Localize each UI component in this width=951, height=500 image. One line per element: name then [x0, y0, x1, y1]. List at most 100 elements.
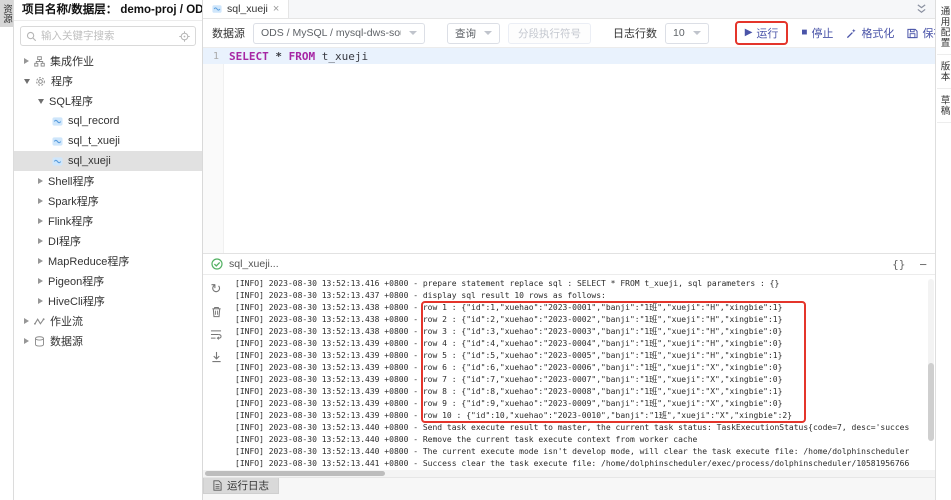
panel-header-actions: {} −: [892, 258, 927, 271]
tree-label: 作业流: [50, 313, 83, 329]
log-line: [INFO] 2023-08-30 13:52:13.439 +0800 - r…: [235, 410, 935, 422]
sidebar: 项目名称/数据层： demo-proj / ODS 集成作业: [14, 0, 203, 500]
download-icon[interactable]: [211, 351, 222, 363]
chevron-right-icon: [24, 58, 29, 64]
sidebar-item-hivecli-programs[interactable]: HiveCli程序: [14, 291, 202, 311]
tree-label: 数据源: [50, 333, 83, 349]
sql-star: *: [275, 50, 282, 63]
play-icon: ▶: [745, 28, 753, 38]
sidebar-item-datasources[interactable]: 数据源: [14, 331, 202, 351]
sidebar-item-workflows[interactable]: 作业流: [14, 311, 202, 331]
tree-label: HiveCli程序: [48, 293, 105, 309]
stop-button[interactable]: ■ 停止: [801, 25, 833, 41]
log-line: [INFO] 2023-08-30 13:52:13.440 +0800 - T…: [235, 446, 935, 458]
sidebar-item-mapreduce-programs[interactable]: MapReduce程序: [14, 251, 202, 271]
sidebar-item-spark-programs[interactable]: Spark程序: [14, 191, 202, 211]
search-input[interactable]: [41, 30, 175, 42]
search-icon: [26, 31, 37, 42]
run-button[interactable]: ▶ 运行: [745, 25, 779, 41]
log-line: [INFO] 2023-08-30 13:52:13.438 +0800 - r…: [235, 302, 935, 314]
search-box: [20, 26, 196, 46]
sidebar-item-pigeon-programs[interactable]: Pigeon程序: [14, 271, 202, 291]
braces-icon[interactable]: {}: [892, 258, 905, 271]
log-line: [INFO] 2023-08-30 13:52:13.441 +0800 - S…: [235, 458, 935, 470]
log-rows-label: 日志行数: [613, 25, 657, 41]
scrollbar-thumb[interactable]: [205, 471, 385, 476]
sidebar-item-di-programs[interactable]: DI程序: [14, 231, 202, 251]
tab-run-log[interactable]: 运行日志: [203, 478, 279, 494]
scrollbar-thumb[interactable]: [928, 363, 934, 441]
sql-editor[interactable]: 1 SELECT * FROM t_xueji: [203, 48, 935, 253]
annotation-run-highlight: ▶ 运行: [735, 21, 789, 45]
log-rows-select[interactable]: 10: [665, 23, 709, 44]
workflow-icon: [34, 316, 45, 327]
sidebar-item-shell-programs[interactable]: Shell程序: [14, 171, 202, 191]
sidebar-item-integration-jobs[interactable]: 集成作业: [14, 51, 202, 71]
sql-keyword: FROM: [289, 50, 316, 63]
close-icon[interactable]: ×: [273, 4, 279, 15]
toolbar-actions: ▶ 运行 ■ 停止 格式化: [735, 21, 951, 45]
bottom-tabbar: 运行日志: [203, 477, 935, 500]
tree-label: MapReduce程序: [48, 253, 129, 269]
sidebar-item-programs[interactable]: 程序: [14, 71, 202, 91]
tree-label: sql_record: [68, 115, 119, 127]
minimize-icon[interactable]: −: [919, 258, 927, 271]
chevron-right-icon: [38, 238, 43, 244]
tree-label: SQL程序: [49, 93, 93, 109]
tree-label: Flink程序: [48, 213, 93, 229]
refresh-icon[interactable]: ↻: [211, 282, 222, 295]
chevron-right-icon: [38, 218, 43, 224]
chevron-down-icon: [693, 31, 701, 35]
format-label: 格式化: [861, 25, 894, 41]
sidebar-item-sql-xueji[interactable]: sql_xueji: [14, 151, 202, 171]
segment-execute-button[interactable]: 分段执行符号: [508, 23, 591, 44]
main-area: sql_xueji × 数据源 ODS / MySQL / mysql-dws-…: [203, 0, 935, 500]
log-line: [INFO] 2023-08-30 13:52:13.439 +0800 - r…: [235, 374, 935, 386]
tree-label: Shell程序: [48, 173, 94, 189]
editor-tabbar: sql_xueji ×: [203, 0, 935, 19]
query-value: 查询: [455, 26, 476, 41]
project-tree: 集成作业 程序 SQL程序 sql_record: [14, 50, 202, 500]
tree-label: sql_t_xueji: [68, 135, 120, 147]
tree-label: Spark程序: [48, 193, 99, 209]
left-rail: 资源: [0, 0, 14, 500]
rail-item-drafts[interactable]: 草稿: [937, 89, 951, 123]
sql-statement: SELECT * FROM t_xueji: [224, 50, 368, 63]
locate-icon[interactable]: [179, 31, 190, 42]
tree-label: 程序: [51, 73, 73, 89]
format-button[interactable]: 格式化: [846, 25, 894, 41]
wrap-lines-icon[interactable]: [210, 329, 222, 340]
rail-item-general-config[interactable]: 通用配置: [937, 0, 951, 55]
line-number-gutter: [203, 48, 224, 253]
rail-item-resources[interactable]: 资源: [0, 0, 13, 27]
rail-item-versions[interactable]: 版本: [937, 55, 951, 89]
sidebar-item-sql-t-xueji[interactable]: sql_t_xueji: [14, 131, 202, 151]
query-select[interactable]: 查询: [447, 23, 500, 44]
project-title: 项目名称/数据层： demo-proj / ODS: [14, 0, 202, 21]
datasource-label: 数据源: [212, 25, 245, 41]
tab-sql-xueji[interactable]: sql_xueji ×: [203, 0, 289, 18]
sql-table-name: t_xueji: [322, 50, 368, 63]
log-output[interactable]: [INFO] 2023-08-30 13:52:13.416 +0800 - p…: [229, 275, 935, 470]
collapse-chevrons-icon[interactable]: [916, 3, 927, 15]
sidebar-item-flink-programs[interactable]: Flink程序: [14, 211, 202, 231]
log-line: [INFO] 2023-08-30 13:52:13.438 +0800 - r…: [235, 326, 935, 338]
log-line: [INFO] 2023-08-30 13:52:13.437 +0800 - d…: [235, 290, 935, 302]
log-line: [INFO] 2023-08-30 13:52:13.416 +0800 - p…: [235, 278, 935, 290]
sidebar-item-sql-programs[interactable]: SQL程序: [14, 91, 202, 111]
log-tab-title[interactable]: sql_xueji...: [229, 258, 279, 270]
datasource-select[interactable]: ODS / MySQL / mysql-dws-source: [253, 23, 425, 44]
sql-file-icon: [212, 4, 222, 14]
sql-keyword: SELECT: [229, 50, 269, 63]
log-vertical-scrollbar: [928, 279, 934, 431]
editor-active-line: 1 SELECT * FROM t_xueji: [203, 48, 935, 64]
chevron-down-icon: [484, 31, 492, 35]
chevron-right-icon: [38, 278, 43, 284]
editor-toolbar: 数据源 ODS / MySQL / mysql-dws-source 查询 分段…: [203, 19, 935, 48]
log-line: [INFO] 2023-08-30 13:52:13.439 +0800 - r…: [235, 350, 935, 362]
format-icon: [846, 28, 857, 39]
sidebar-item-sql-record[interactable]: sql_record: [14, 111, 202, 131]
trash-icon[interactable]: [211, 306, 222, 318]
chevron-down-icon: [24, 79, 30, 84]
right-rail: 通用配置 版本 草稿: [935, 0, 951, 500]
